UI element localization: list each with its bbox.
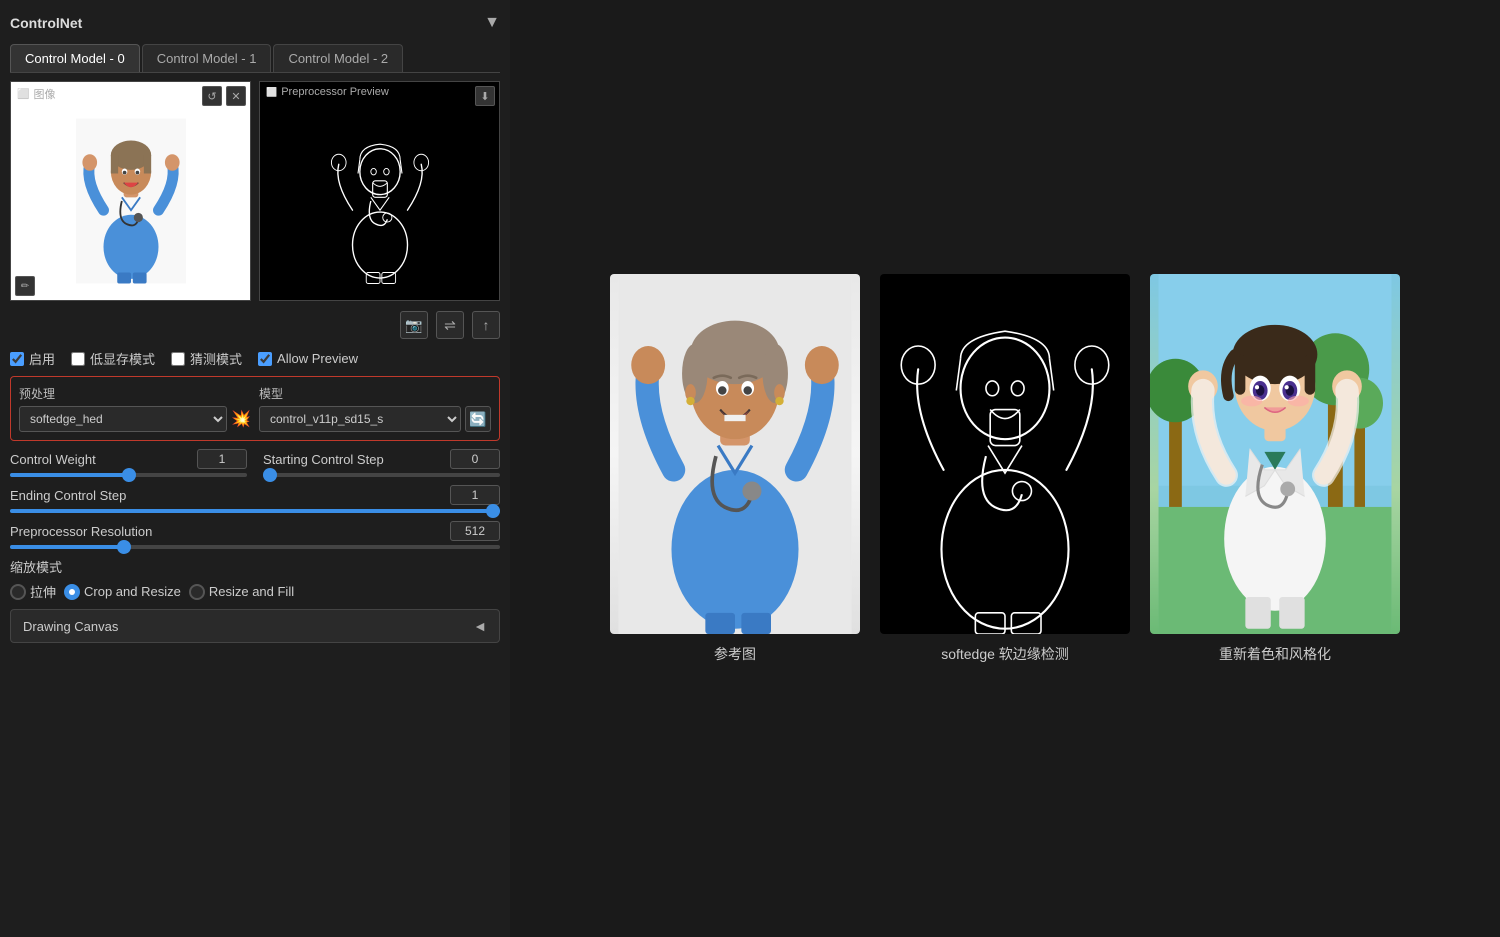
- resolution-slider[interactable]: [10, 545, 500, 549]
- zoom-mode-section: 缩放模式 拉伸 Crop and Resize Resize and Fill: [10, 557, 500, 601]
- action-button-row: 📷 ⇌ ↑: [10, 309, 500, 341]
- anime-photo-bg: [1150, 274, 1400, 634]
- reference-nurse-svg: [610, 274, 860, 634]
- gallery-row: 参考图: [610, 274, 1400, 664]
- edge-photo-bg: [880, 274, 1130, 634]
- guess-mode-checkbox-input[interactable]: [171, 352, 185, 366]
- gallery-item-anime: 重新着色和风格化: [1150, 274, 1400, 664]
- reference-caption: 参考图: [714, 644, 756, 664]
- upload-button[interactable]: ↑: [472, 311, 500, 339]
- model-controls-row: control_v11p_sd15_s control_v11p_sd15_ca…: [259, 406, 491, 432]
- edge-caption: softedge 软边缘检测: [941, 644, 1069, 664]
- ending-step-row: Ending Control Step 1: [10, 485, 500, 513]
- ending-step-header: Ending Control Step 1: [10, 485, 500, 505]
- enable-checkbox-input[interactable]: [10, 352, 24, 366]
- gallery-item-edge: softedge 软边缘检测: [880, 274, 1130, 664]
- close-image-button[interactable]: ✕: [226, 86, 246, 106]
- panel-title: ControlNet: [10, 15, 82, 31]
- input-image-controls: ↺ ✕: [202, 86, 246, 106]
- edge-detection-svg: [880, 274, 1130, 634]
- crop-resize-option[interactable]: Crop and Resize: [64, 584, 181, 600]
- input-image-label: ⬜ 图像: [17, 86, 55, 102]
- anime-caption: 重新着色和风格化: [1219, 644, 1331, 664]
- stretch-radio-dot[interactable]: [10, 584, 26, 600]
- preprocessor-col: 预处理 softedge_hed softedge_hedsafe softed…: [19, 385, 251, 432]
- control-weight-slider[interactable]: [10, 473, 247, 477]
- guess-mode-checkbox[interactable]: 猜测模式: [171, 349, 242, 368]
- anime-image: [1150, 274, 1400, 634]
- sliders-section: Control Weight 1 Starting Control Step 0…: [10, 449, 500, 549]
- edit-image-button[interactable]: ✏: [15, 276, 35, 296]
- right-panel: 参考图: [510, 0, 1500, 937]
- resize-fill-radio-dot[interactable]: [189, 584, 205, 600]
- control-model-tabs: Control Model - 0 Control Model - 1 Cont…: [10, 44, 500, 73]
- preprocessor-controls-row: softedge_hed softedge_hedsafe softedge_p…: [19, 406, 251, 432]
- reference-image: [610, 274, 860, 634]
- resize-fill-option[interactable]: Resize and Fill: [189, 584, 294, 600]
- control-weight-value: 1: [197, 449, 247, 469]
- left-panel: ControlNet ▼ Control Model - 0 Control M…: [0, 0, 510, 937]
- preprocessor-resolution-row: Preprocessor Resolution 512: [10, 521, 500, 549]
- dual-slider-row-1: Control Weight 1 Starting Control Step 0: [10, 449, 500, 477]
- edge-detection-image: [325, 116, 435, 286]
- model-settings-row: 预处理 softedge_hed softedge_hedsafe softed…: [10, 376, 500, 441]
- download-preview-button[interactable]: ⬇: [475, 86, 495, 106]
- tab-control-model-0[interactable]: Control Model - 0: [10, 44, 140, 72]
- drawing-canvas-accordion[interactable]: Drawing Canvas ◄: [10, 609, 500, 643]
- transfer-button[interactable]: ⇌: [436, 311, 464, 339]
- preprocessor-controls: ⬇: [475, 86, 495, 106]
- edge-image: [880, 274, 1130, 634]
- tab-control-model-2[interactable]: Control Model - 2: [273, 44, 403, 72]
- low-vram-checkbox[interactable]: 低显存模式: [71, 349, 155, 368]
- low-vram-checkbox-input[interactable]: [71, 352, 85, 366]
- resolution-header: Preprocessor Resolution 512: [10, 521, 500, 541]
- gallery-item-reference: 参考图: [610, 274, 860, 664]
- starting-step-header: Starting Control Step 0: [263, 449, 500, 469]
- model-select[interactable]: control_v11p_sd15_s control_v11p_sd15_ca…: [259, 406, 461, 432]
- preprocessor-preview-box[interactable]: ⬜ Preprocessor Preview ⬇: [259, 81, 500, 301]
- starting-step-value: 0: [450, 449, 500, 469]
- preprocessor-label: ⬜ Preprocessor Preview: [266, 86, 389, 98]
- resolution-value: 512: [450, 521, 500, 541]
- fire-button[interactable]: 💥: [231, 409, 251, 429]
- reference-photo-bg: [610, 274, 860, 634]
- panel-header: ControlNet ▼: [10, 10, 500, 36]
- panel-collapse-arrow[interactable]: ▼: [484, 14, 500, 32]
- options-row: 启用 低显存模式 猜测模式 Allow Preview: [10, 349, 500, 368]
- stretch-option[interactable]: 拉伸: [10, 582, 56, 601]
- ending-step-slider[interactable]: [10, 509, 500, 513]
- camera-button[interactable]: 📷: [400, 311, 428, 339]
- anime-nurse-svg: [1150, 274, 1400, 634]
- crop-resize-radio-dot[interactable]: [64, 584, 80, 600]
- enable-checkbox[interactable]: 启用: [10, 349, 55, 368]
- control-weight-col: Control Weight 1: [10, 449, 247, 477]
- starting-step-col: Starting Control Step 0: [263, 449, 500, 477]
- control-weight-header: Control Weight 1: [10, 449, 247, 469]
- input-image-box[interactable]: ⬜ 图像 ↺ ✕: [10, 81, 251, 301]
- image-preview-row: ⬜ 图像 ↺ ✕: [10, 81, 500, 301]
- ending-step-value: 1: [450, 485, 500, 505]
- preprocessor-select[interactable]: softedge_hed softedge_hedsafe softedge_p…: [19, 406, 227, 432]
- reset-image-button[interactable]: ↺: [202, 86, 222, 106]
- refresh-model-button[interactable]: 🔄: [465, 406, 491, 432]
- tab-control-model-1[interactable]: Control Model - 1: [142, 44, 272, 72]
- starting-step-slider[interactable]: [263, 473, 500, 477]
- zoom-mode-radio-group: 拉伸 Crop and Resize Resize and Fill: [10, 582, 500, 601]
- allow-preview-checkbox[interactable]: Allow Preview: [258, 351, 358, 366]
- allow-preview-checkbox-input[interactable]: [258, 352, 272, 366]
- model-col: 模型 control_v11p_sd15_s control_v11p_sd15…: [259, 385, 491, 432]
- nurse-image: [76, 116, 186, 286]
